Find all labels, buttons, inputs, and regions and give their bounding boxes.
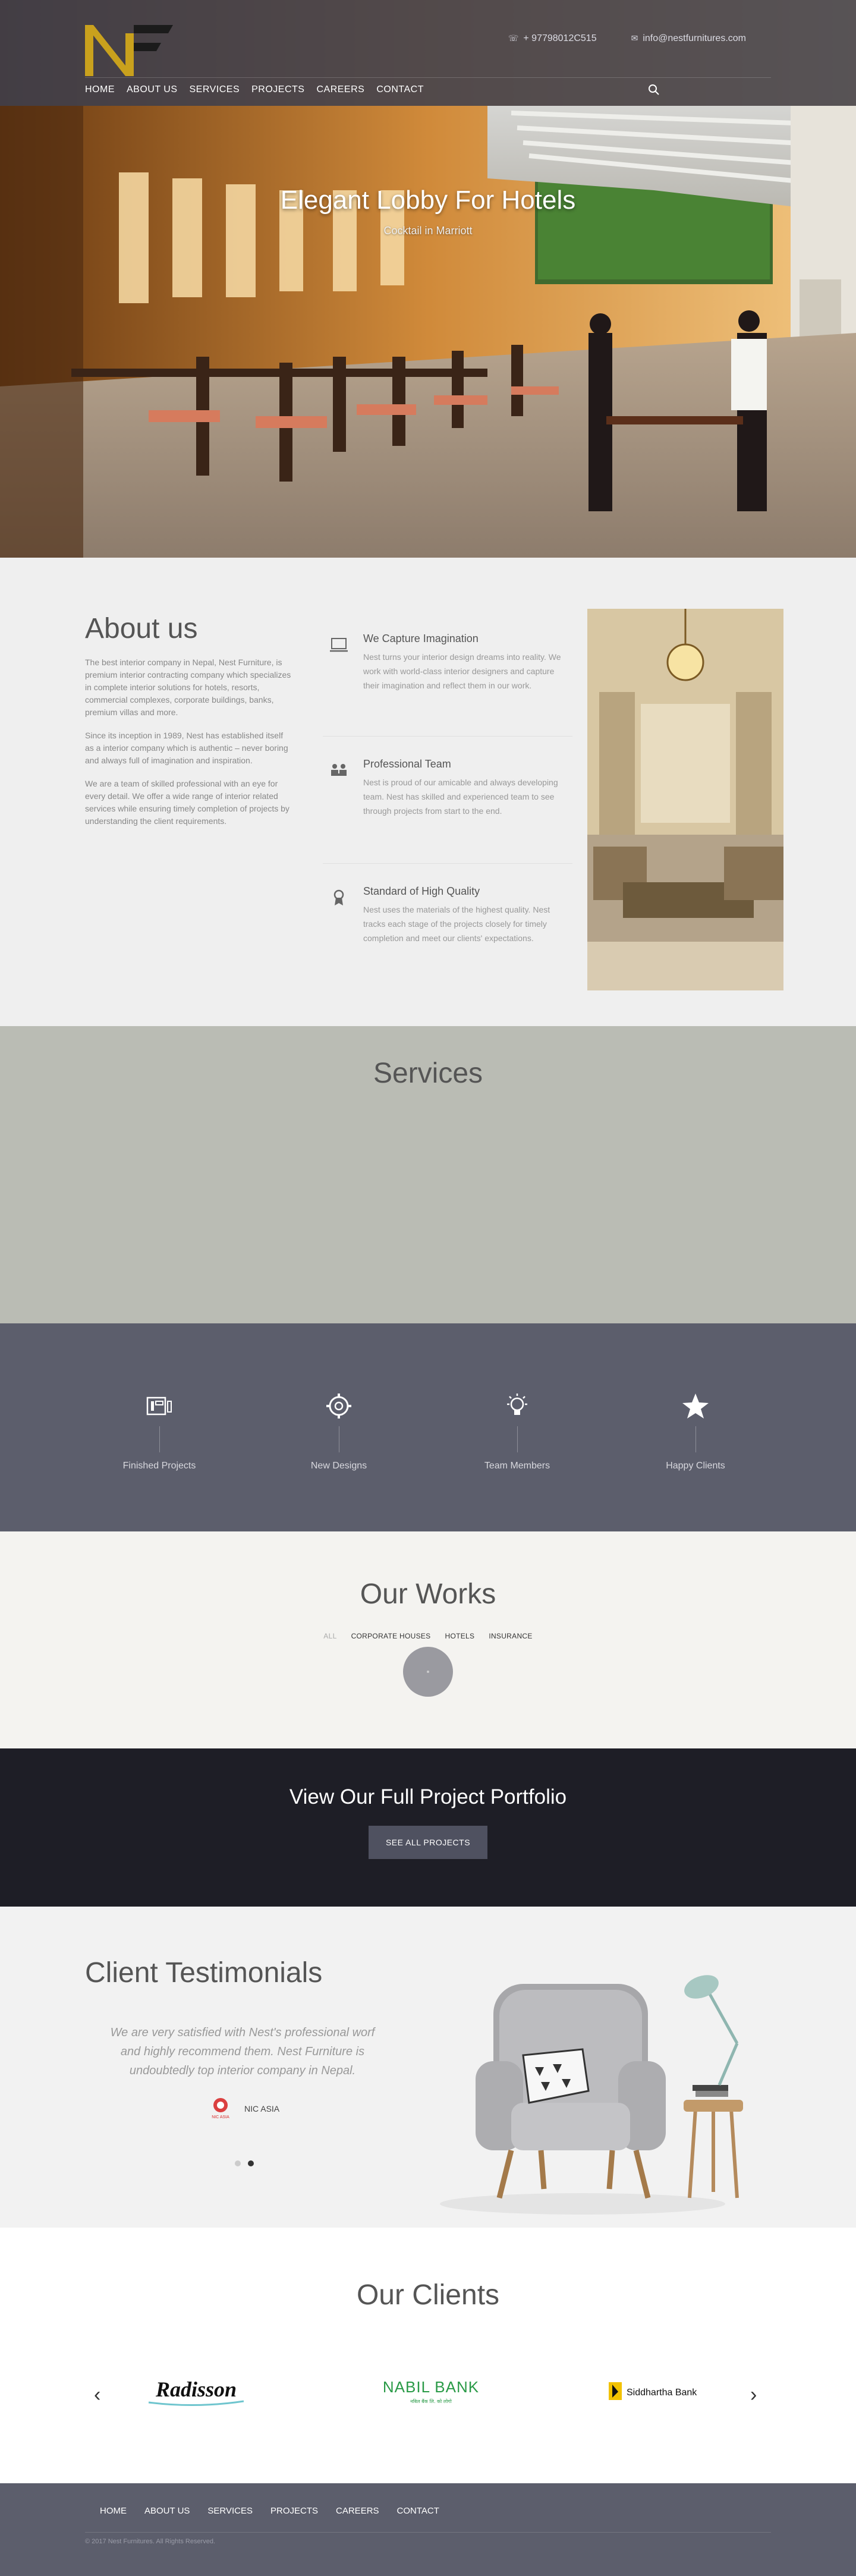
about-paragraph: We are a team of skilled professional wi… [85,779,289,826]
chevron-right-icon[interactable]: › [750,2383,757,2407]
stat-item: New Designs [273,1392,404,1471]
filter-all[interactable]: All [323,1632,336,1640]
phone-icon: ☏ [508,33,519,43]
feature-list: We Capture Imagination Nest turns your i… [323,609,572,990]
feature-item: We Capture Imagination Nest turns your i… [323,609,572,736]
services-title: Services [373,1058,483,1089]
hero-banner: Elegant Lobby For Hotels Cocktail in Mar… [0,0,856,558]
hero-subtitle: Cocktail in Marriott [383,225,473,237]
stat-label: New Designs [310,1461,367,1471]
testimonials-section: Client Testimonials We are very satisfie… [0,1907,856,2228]
footer-nav: Home About Us Services Projects Careers … [100,2506,439,2516]
chevron-left-icon[interactable]: ‹ [94,2383,100,2407]
feature-title: Standard of High Quality [363,885,480,897]
stat-item: Team Members [452,1392,583,1471]
feature-text: Nest turns your interior design dreams i… [363,652,561,690]
loading-spinner [403,1647,453,1697]
svg-text:Siddhartha Bank: Siddhartha Bank [627,2388,697,2398]
footer-nav-about-us[interactable]: About Us [144,2506,190,2516]
nav-about-us[interactable]: About Us [127,84,178,95]
hero-title: Elegant Lobby For Hotels [280,185,576,215]
stat-item: Finished Projects [94,1392,225,1471]
about-paragraph: Since its inception in 1989, Nest has es… [85,731,288,765]
carousel-dot[interactable] [235,2160,241,2166]
main-nav: Home About Us Services Projects Careers … [85,84,424,95]
filter-hotels[interactable]: Hotels [445,1632,475,1640]
stat-label: Happy Clients [666,1461,725,1471]
footer-nav-careers[interactable]: Careers [336,2506,379,2516]
site-footer: Home About Us Services Projects Careers … [0,2483,856,2576]
footer-nav-home[interactable]: Home [100,2506,127,2516]
testimonial-quote: We are very satisfied with Nest's profes… [110,2026,375,2077]
services-section: Services [0,1026,856,1323]
phone-contact[interactable]: ☏ + 97798012C515 [508,33,597,44]
svg-text:NABIL BANK: NABIL BANK [383,2378,479,2396]
star-icon [682,1394,709,1418]
radisson-logo: Radisson [148,2377,244,2407]
feature-item: Professional Team Nest is proud of our a… [323,736,572,863]
siddhartha-bank-logo: Siddhartha Bank [609,2382,697,2400]
projects-icon [146,1396,172,1416]
nav-services[interactable]: Services [190,84,240,95]
nabil-bank-logo: NABIL BANK नबिल बैंक लि. को लोगो [383,2378,479,2404]
client-logos: Radisson NABIL BANK नबिल बैंक लि. को लोग… [137,2370,719,2412]
chair-photo [440,1975,743,2215]
about-section: About us The best interior company in Ne… [0,558,856,1026]
nav-careers[interactable]: Careers [316,84,364,95]
laptop-icon [330,638,348,652]
copyright: © 2017 Nest Furnitures. All Rights Reser… [85,2538,216,2545]
carousel-dot-active[interactable] [248,2160,254,2166]
see-all-projects-button[interactable]: See All Projects [369,1826,487,1859]
clients-section: Our Clients ‹ › Radisson NABIL BANK नबिल… [0,2228,856,2483]
stat-item: Happy Clients [630,1392,761,1471]
stats-section: Finished Projects New Designs Team Membe… [0,1323,856,1531]
search-icon[interactable] [648,84,660,96]
about-title: About us [85,613,198,644]
testimonials-title: Client Testimonials [85,1957,323,1989]
lightbulb-icon [507,1394,527,1415]
works-section: Our Works All Corporate Houses Hotels In… [0,1531,856,1748]
footer-nav-contact[interactable]: Contact [397,2506,439,2516]
client-name: NIC ASIA [244,2104,280,2113]
about-paragraph: The best interior company in Nepal, Nest… [85,658,291,717]
carousel-dots [235,2160,254,2166]
stat-label: Finished Projects [122,1461,196,1471]
footer-nav-services[interactable]: Services [207,2506,253,2516]
header-divider [85,77,771,78]
footer-divider [85,2532,771,2533]
feature-item: Standard of High Quality Nest uses the m… [323,863,572,990]
feature-text: Nest uses the materials of the highest q… [363,905,550,943]
envelope-icon: ✉ [631,33,638,43]
nav-contact[interactable]: Contact [376,84,424,95]
header-contact: ☏ + 97798012C515 ✉ info@nestfurnitures.com [508,33,746,44]
filter-insurance[interactable]: Insurance [489,1632,532,1640]
feature-title: Professional Team [363,758,451,770]
cta-title: View Our Full Project Portfolio [289,1785,567,1808]
site-header: ☏ + 97798012C515 ✉ info@nestfurnitures.com… [0,0,856,106]
nic-asia-logo: NIC ASIA [212,2098,229,2119]
medal-icon [333,889,344,905]
feature-title: We Capture Imagination [363,633,479,644]
email-contact[interactable]: ✉ info@nestfurnitures.com [631,33,746,44]
testimonial-client: NIC ASIA NIC ASIA [205,2097,279,2121]
stat-label: Team Members [484,1461,550,1471]
svg-text:Radisson: Radisson [155,2377,237,2401]
filter-corporate-houses[interactable]: Corporate Houses [351,1632,431,1640]
footer-nav-projects[interactable]: Projects [270,2506,318,2516]
portfolio-cta: View Our Full Project Portfolio See All … [0,1748,856,1907]
clients-title: Our Clients [356,2279,500,2311]
works-title: Our Works [360,1578,496,1610]
works-filters: All Corporate Houses Hotels Insurance [0,1632,856,1640]
about-text: The best interior company in Nepal, Nest… [85,656,293,838]
nav-projects[interactable]: Projects [251,84,304,95]
svg-text:नबिल बैंक लि. को लोगो: नबिल बैंक लि. को लोगो [410,2398,452,2404]
gear-icon [326,1394,351,1418]
interior-photo [587,609,783,990]
feature-text: Nest is proud of our amicable and always… [363,778,558,816]
nest-logo[interactable] [85,25,173,76]
nav-home[interactable]: Home [85,84,115,95]
svg-text:NIC ASIA: NIC ASIA [212,2115,229,2119]
team-icon [331,764,347,776]
